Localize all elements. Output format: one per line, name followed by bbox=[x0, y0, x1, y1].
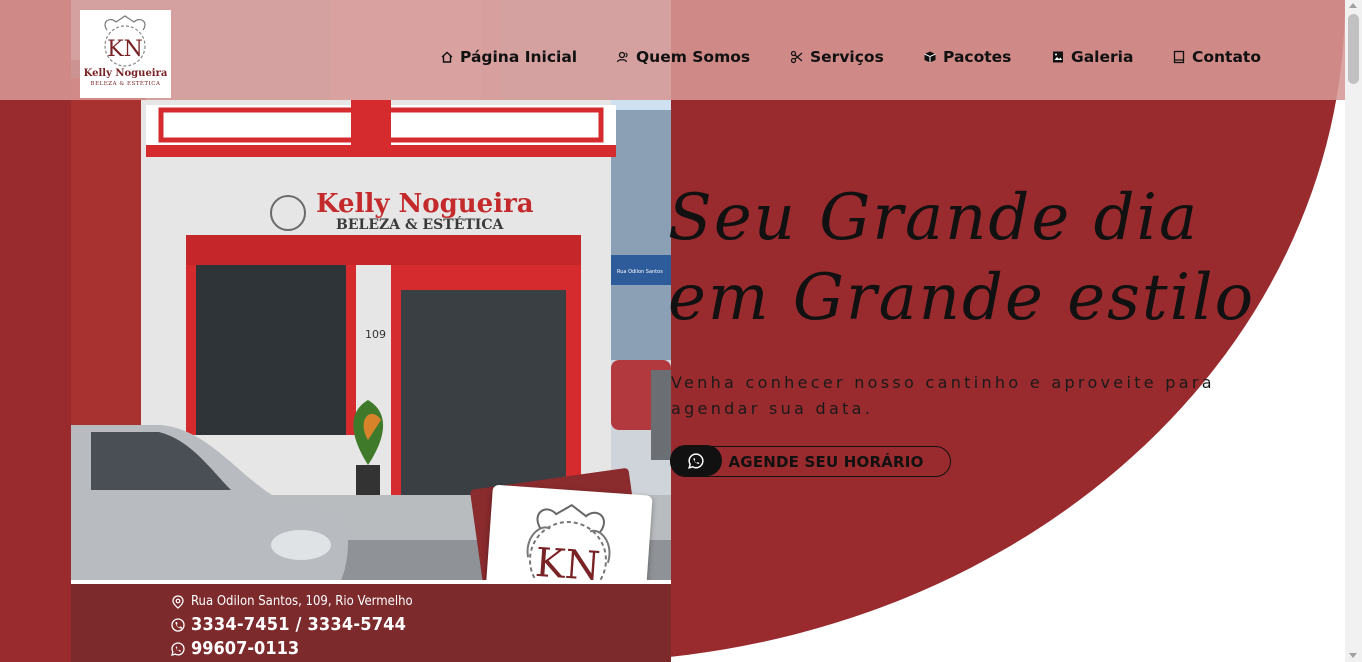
facade-sign-tagline: BELEZA & ESTÉTICA bbox=[336, 215, 504, 233]
nav-item-about[interactable]: Quem Somos bbox=[616, 48, 750, 66]
scissors-icon bbox=[790, 50, 803, 64]
street-number: 109 bbox=[365, 328, 386, 341]
gallery-icon bbox=[1053, 51, 1063, 63]
hero-subtext: Venha conhecer nosso cantinho e aproveit… bbox=[671, 373, 1215, 418]
scroll-up-arrow-icon[interactable] bbox=[1349, 3, 1357, 8]
nav-label-about: Quem Somos bbox=[636, 48, 751, 66]
whatsapp-icon bbox=[687, 453, 704, 469]
phones-text: 3334-7451 / 3334-5744 bbox=[191, 614, 407, 635]
phones-line: 3334-7451 / 3334-5744 bbox=[171, 614, 406, 635]
kn-logo-text: KN bbox=[107, 37, 143, 62]
cta-icon-wrap bbox=[669, 445, 722, 477]
facade-sign-name: Kelly Nogueira bbox=[316, 189, 534, 219]
whatsapp-line: 99607-0113 bbox=[171, 638, 299, 659]
nav-item-home[interactable]: Página Inicial bbox=[440, 48, 577, 66]
nav-label-home: Página Inicial bbox=[460, 48, 578, 66]
site-logo[interactable]: KN Kelly Nogueira BELEZA & ESTÉTICA bbox=[80, 10, 171, 98]
street-sign-text: Rua Odilon Santos bbox=[617, 269, 663, 275]
nav-label-packages: Pacotes bbox=[943, 48, 1012, 66]
hero-headline-line1: Seu Grande dia bbox=[668, 181, 1200, 255]
nav-item-packages[interactable]: Pacotes bbox=[923, 48, 1011, 66]
nav-label-gallery: Galeria bbox=[1071, 48, 1134, 66]
nav-item-gallery[interactable]: Galeria bbox=[1051, 48, 1133, 66]
package-icon bbox=[924, 51, 936, 63]
phone-icon bbox=[171, 617, 185, 632]
kn-logo-icon: KN bbox=[104, 15, 146, 67]
logo-brand-tagline: BELEZA & ESTÉTICA bbox=[90, 81, 161, 87]
schedule-button[interactable]: AGENDE SEU HORÁRIO bbox=[669, 445, 951, 477]
people-icon bbox=[616, 51, 628, 63]
address-text: Rua Odilon Santos, 109, Rio Vermelho bbox=[191, 594, 413, 609]
nav-item-services[interactable]: Serviços bbox=[790, 48, 884, 66]
page-scrollbar[interactable] bbox=[1345, 0, 1362, 662]
hero-headline: Seu Grande dia em Grande estilo bbox=[668, 178, 1255, 338]
book-icon bbox=[1173, 50, 1185, 64]
nav-label-services: Serviços bbox=[810, 48, 884, 66]
scrollbar-thumb[interactable] bbox=[1348, 14, 1359, 84]
schedule-button-label: AGENDE SEU HORÁRIO bbox=[728, 452, 924, 471]
home-icon bbox=[441, 51, 453, 63]
photo-contact-strip: Rua Odilon Santos, 109, Rio Vermelho 333… bbox=[71, 580, 671, 662]
page: Rua Odilon Santos Kelly Nogueira BELEZA … bbox=[0, 0, 1362, 662]
address-line: Rua Odilon Santos, 109, Rio Vermelho bbox=[171, 594, 413, 609]
top-navbar: KN Kelly Nogueira BELEZA & ESTÉTICA Pági… bbox=[0, 0, 1345, 100]
whatsapp-text: 99607-0113 bbox=[191, 638, 300, 659]
logo-brand-name: Kelly Nogueira bbox=[83, 68, 168, 79]
nav-label-contact: Contato bbox=[1192, 48, 1261, 66]
whatsapp-icon bbox=[171, 641, 185, 656]
scroll-down-arrow-icon[interactable] bbox=[1349, 653, 1357, 658]
nav-item-contact[interactable]: Contato bbox=[1172, 48, 1261, 66]
hero-headline-line2: em Grande estilo bbox=[668, 261, 1256, 335]
location-pin-icon bbox=[172, 594, 184, 609]
